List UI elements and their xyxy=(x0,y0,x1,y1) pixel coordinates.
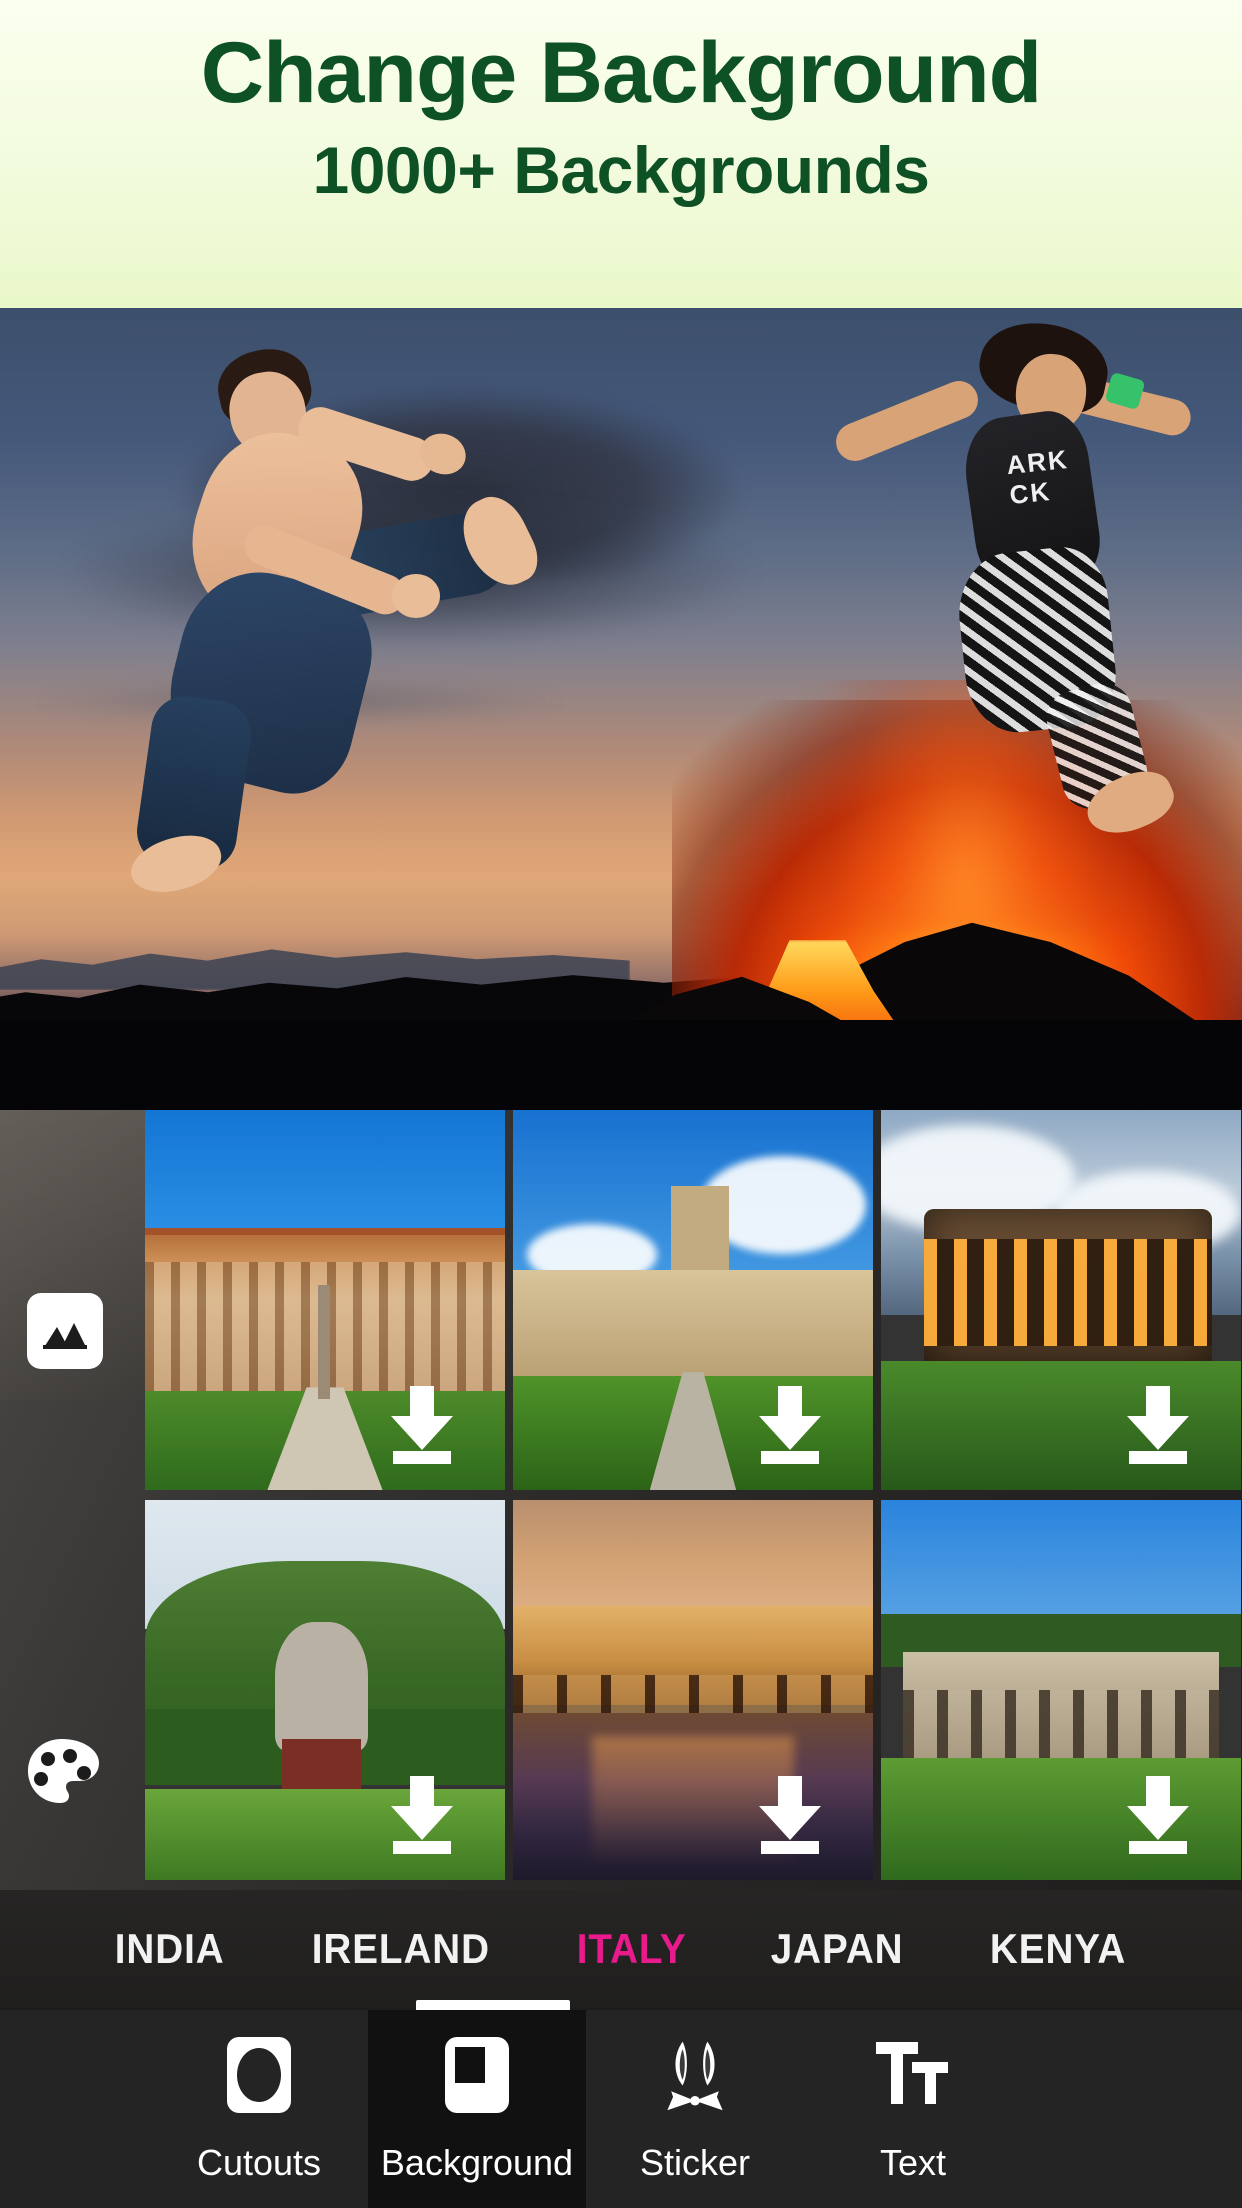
tab-india[interactable]: INDIA xyxy=(115,1925,225,1973)
download-arrow-icon[interactable] xyxy=(1127,1386,1189,1464)
cutout-person-right[interactable]: ARK CK xyxy=(830,311,1195,846)
image-icon[interactable] xyxy=(27,1293,103,1369)
tool-text[interactable]: Text xyxy=(804,2010,1022,2208)
tab-kenya[interactable]: KENYA xyxy=(990,1925,1126,1973)
tool-label: Sticker xyxy=(639,2142,751,2183)
list-item[interactable] xyxy=(881,1110,1241,1490)
list-item[interactable] xyxy=(513,1110,873,1490)
promo-title: Change Background xyxy=(200,25,1042,121)
toolbar-spacer-left xyxy=(0,2010,150,2208)
tab-japan[interactable]: JAPAN xyxy=(771,1925,904,1973)
download-arrow-icon[interactable] xyxy=(391,1776,453,1854)
country-tab-bar[interactable]: INDIA IRELAND ITALY JAPAN KENYA xyxy=(0,1890,1242,2008)
download-arrow-icon[interactable] xyxy=(1127,1776,1189,1854)
cutout-person-left[interactable] xyxy=(100,338,548,903)
tool-label: Cutouts xyxy=(196,2142,322,2183)
tool-sticker[interactable]: Sticker xyxy=(586,2010,804,2208)
list-item[interactable] xyxy=(513,1500,873,1880)
right-person-left-arm xyxy=(830,375,984,467)
promo-banner: Change Background 1000+ Backgrounds xyxy=(0,0,1242,308)
shirt-text-line2: CK xyxy=(1007,475,1053,510)
tool-background[interactable]: Background xyxy=(368,2010,586,2208)
tool-cutouts[interactable]: Cutouts xyxy=(150,2010,368,2208)
list-item[interactable] xyxy=(881,1500,1241,1880)
sticker-icon xyxy=(654,2034,736,2116)
shirt-text-line1: ARK xyxy=(1004,443,1070,481)
tab-ireland[interactable]: IRELAND xyxy=(311,1925,489,1973)
list-item[interactable] xyxy=(145,1110,505,1490)
bottom-toolbar[interactable]: Cutouts Background Sticker Text xyxy=(0,2010,1242,2208)
app-root: Change Background 1000+ Backgrounds ARK … xyxy=(0,0,1242,2208)
promo-subtitle: 1000+ Backgrounds xyxy=(312,132,930,207)
cutout-icon xyxy=(218,2034,300,2116)
left-person-hand-lower xyxy=(392,574,440,618)
tool-label: Background xyxy=(380,2142,574,2183)
download-arrow-icon[interactable] xyxy=(759,1776,821,1854)
background-icon xyxy=(436,2034,518,2116)
right-person-shirt-text: ARK CK xyxy=(1004,443,1073,511)
background-gallery[interactable] xyxy=(0,1110,1242,1890)
toolbar-spacer-right xyxy=(1022,2010,1242,2208)
text-icon xyxy=(872,2034,954,2116)
tool-label: Text xyxy=(879,2142,947,2183)
download-arrow-icon[interactable] xyxy=(391,1386,453,1464)
photo-editor-canvas[interactable]: ARK CK xyxy=(0,308,1242,1110)
tab-italy[interactable]: ITALY xyxy=(576,1925,686,1973)
download-arrow-icon[interactable] xyxy=(759,1386,821,1464)
dark-foreground xyxy=(0,1020,1242,1110)
palette-icon[interactable] xyxy=(24,1733,104,1813)
list-item[interactable] xyxy=(145,1500,505,1880)
